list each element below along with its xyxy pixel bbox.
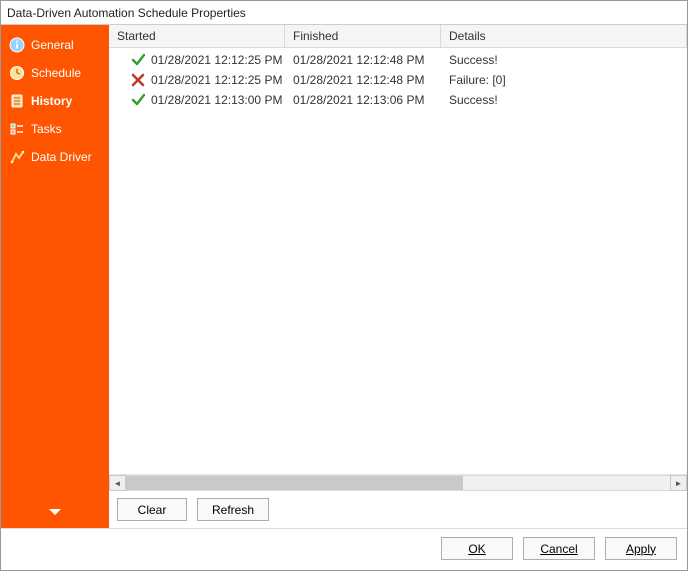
sidebar-item-label: History [31,94,72,108]
sidebar-item-data-driver[interactable]: Data Driver [1,143,109,171]
success-icon [131,93,145,107]
content-pane: Started Finished Details 01/28/2021 12:1… [109,25,687,528]
info-icon [9,37,25,53]
tasks-icon [9,121,25,137]
sidebar-item-label: Schedule [31,66,81,80]
ok-button[interactable]: OK [441,537,513,560]
sidebar-item-schedule[interactable]: Schedule [1,59,109,87]
cell-details: Success! [441,51,687,69]
cell-started: 01/28/2021 12:13:00 PM [151,93,282,107]
column-header-finished[interactable]: Finished [285,25,441,47]
history-row[interactable]: 01/28/2021 12:12:25 PM 01/28/2021 12:12:… [109,70,687,90]
data-driver-icon [9,149,25,165]
success-icon [131,53,145,67]
dialog-footer: OK Cancel Apply [1,528,687,570]
apply-button[interactable]: Apply [605,537,677,560]
dialog-window: Data-Driven Automation Schedule Properti… [0,0,688,571]
cancel-button[interactable]: Cancel [523,537,595,560]
scroll-right-arrow-icon[interactable]: ► [670,475,687,491]
cell-finished: 01/28/2021 12:12:48 PM [285,71,441,89]
sidebar: General Schedule History [1,25,109,528]
history-toolbar: Clear Refresh [109,491,687,528]
cell-details: Success! [441,91,687,109]
sidebar-item-label: General [31,38,74,52]
book-icon [9,93,25,109]
scrollbar-track[interactable] [126,475,670,491]
history-row[interactable]: 01/28/2021 12:12:25 PM 01/28/2021 12:12:… [109,50,687,70]
cell-started: 01/28/2021 12:12:25 PM [151,73,282,87]
refresh-button[interactable]: Refresh [197,498,269,521]
sidebar-item-tasks[interactable]: Tasks [1,115,109,143]
clear-button[interactable]: Clear [117,498,187,521]
sidebar-item-label: Data Driver [31,150,92,164]
scroll-left-arrow-icon[interactable]: ◄ [109,475,126,491]
failure-icon [131,73,145,87]
scrollbar-thumb[interactable] [126,476,463,490]
sidebar-nav: General Schedule History [1,25,109,506]
dialog-body: General Schedule History [1,25,687,528]
sidebar-item-history[interactable]: History [1,87,109,115]
clock-icon [9,65,25,81]
cell-started: 01/28/2021 12:12:25 PM [151,53,282,67]
chevron-down-icon [49,506,61,520]
cell-details: Failure: [0] [441,71,687,89]
history-grid-body: 01/28/2021 12:12:25 PM 01/28/2021 12:12:… [109,48,687,474]
history-grid-header: Started Finished Details [109,25,687,48]
sidebar-item-general[interactable]: General [1,31,109,59]
sidebar-item-label: Tasks [31,122,62,136]
column-header-details[interactable]: Details [441,25,687,47]
history-row[interactable]: 01/28/2021 12:13:00 PM 01/28/2021 12:13:… [109,90,687,110]
horizontal-scrollbar[interactable]: ◄ ► [109,474,687,491]
sidebar-expand-toggle[interactable] [1,506,109,528]
cell-finished: 01/28/2021 12:13:06 PM [285,91,441,109]
column-header-started[interactable]: Started [109,25,285,47]
window-title: Data-Driven Automation Schedule Properti… [1,1,687,25]
cell-finished: 01/28/2021 12:12:48 PM [285,51,441,69]
